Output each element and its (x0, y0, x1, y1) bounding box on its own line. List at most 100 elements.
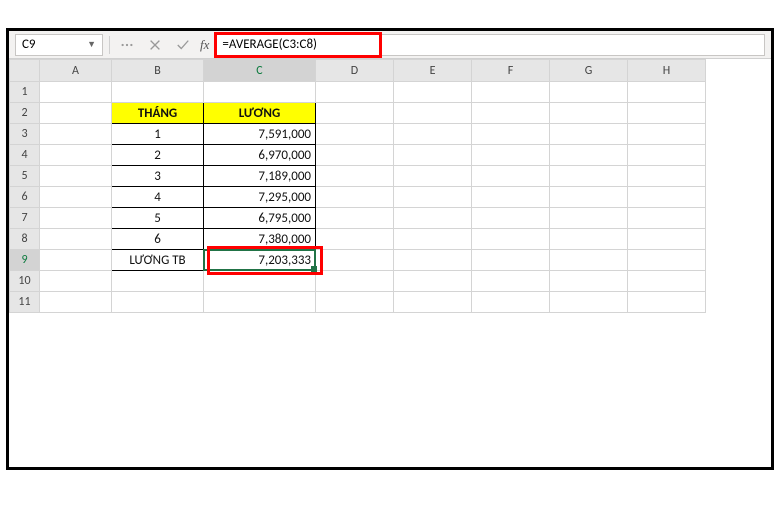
cell[interactable] (394, 145, 472, 166)
cell[interactable] (204, 271, 316, 292)
cell[interactable] (472, 271, 550, 292)
cell-luong[interactable]: 7,189,000 (204, 166, 316, 187)
select-all-corner[interactable] (10, 60, 40, 82)
cell[interactable] (40, 82, 112, 103)
fx-icon[interactable]: fx (200, 37, 209, 53)
cell[interactable] (550, 103, 628, 124)
cell[interactable] (550, 166, 628, 187)
cell[interactable] (316, 229, 394, 250)
cell[interactable] (40, 103, 112, 124)
col-header-C[interactable]: C (204, 60, 316, 82)
cell[interactable] (394, 250, 472, 271)
cell[interactable] (472, 250, 550, 271)
row-header-8[interactable]: 8 (10, 229, 40, 250)
cell[interactable] (550, 145, 628, 166)
cell-avg-value[interactable]: 7,203,333 (204, 250, 316, 271)
cell[interactable] (550, 124, 628, 145)
cell[interactable] (316, 145, 394, 166)
cell[interactable] (204, 82, 316, 103)
cell[interactable] (472, 103, 550, 124)
chevron-down-icon[interactable]: ▼ (87, 39, 96, 50)
cell-thang[interactable]: 2 (112, 145, 204, 166)
spreadsheet-grid[interactable]: A B C D E F G H 1 2THÁNGLƯƠNG 317,591,00… (9, 59, 771, 467)
cell[interactable] (316, 271, 394, 292)
cell[interactable] (628, 187, 706, 208)
cell[interactable] (628, 271, 706, 292)
cell[interactable] (40, 229, 112, 250)
row-header-7[interactable]: 7 (10, 208, 40, 229)
cell-thang[interactable]: 6 (112, 229, 204, 250)
cell[interactable] (316, 82, 394, 103)
cell[interactable] (472, 124, 550, 145)
cell-luong[interactable]: 7,591,000 (204, 124, 316, 145)
header-luong[interactable]: LƯƠNG (204, 103, 316, 124)
cell[interactable] (40, 292, 112, 313)
cell[interactable] (550, 250, 628, 271)
cell[interactable] (628, 124, 706, 145)
formula-input[interactable]: =AVERAGE(C3:C8) (215, 34, 765, 56)
cell[interactable] (550, 229, 628, 250)
cell[interactable] (472, 187, 550, 208)
col-header-E[interactable]: E (394, 60, 472, 82)
cell[interactable] (394, 187, 472, 208)
cell-thang[interactable]: 3 (112, 166, 204, 187)
cell[interactable] (394, 166, 472, 187)
cell-thang[interactable]: 4 (112, 187, 204, 208)
col-header-D[interactable]: D (316, 60, 394, 82)
row-header-5[interactable]: 5 (10, 166, 40, 187)
col-header-F[interactable]: F (472, 60, 550, 82)
cell[interactable] (40, 208, 112, 229)
cell[interactable] (394, 292, 472, 313)
cell[interactable] (628, 145, 706, 166)
cell[interactable] (472, 208, 550, 229)
cell[interactable] (550, 82, 628, 103)
cell-luong[interactable]: 7,380,000 (204, 229, 316, 250)
cell-thang[interactable]: 5 (112, 208, 204, 229)
cell[interactable] (316, 124, 394, 145)
cell[interactable] (112, 82, 204, 103)
cell[interactable] (394, 229, 472, 250)
cell[interactable] (472, 292, 550, 313)
cell[interactable] (628, 166, 706, 187)
cell-avg-label[interactable]: LƯƠNG TB (112, 250, 204, 271)
cell[interactable] (316, 292, 394, 313)
cell[interactable] (628, 292, 706, 313)
cell-thang[interactable]: 1 (112, 124, 204, 145)
name-box[interactable]: C9 ▼ (15, 34, 103, 56)
cell[interactable] (472, 166, 550, 187)
cancel-icon[interactable] (144, 34, 166, 56)
cell[interactable] (628, 229, 706, 250)
cell[interactable] (394, 124, 472, 145)
cell[interactable] (628, 103, 706, 124)
row-header-3[interactable]: 3 (10, 124, 40, 145)
cell[interactable] (550, 208, 628, 229)
cell[interactable] (316, 250, 394, 271)
cell[interactable] (316, 166, 394, 187)
cell[interactable] (394, 208, 472, 229)
cell[interactable] (204, 292, 316, 313)
cell[interactable] (472, 82, 550, 103)
cell[interactable] (628, 250, 706, 271)
col-header-H[interactable]: H (628, 60, 706, 82)
cell[interactable] (628, 208, 706, 229)
cell[interactable] (40, 271, 112, 292)
row-header-2[interactable]: 2 (10, 103, 40, 124)
cell[interactable] (316, 187, 394, 208)
cell[interactable] (316, 208, 394, 229)
cell[interactable] (550, 187, 628, 208)
row-header-4[interactable]: 4 (10, 145, 40, 166)
cell[interactable] (550, 271, 628, 292)
enter-icon[interactable] (172, 34, 194, 56)
row-header-10[interactable]: 10 (10, 271, 40, 292)
cell[interactable] (40, 250, 112, 271)
options-icon[interactable] (116, 34, 138, 56)
row-header-9[interactable]: 9 (10, 250, 40, 271)
col-header-B[interactable]: B (112, 60, 204, 82)
header-thang[interactable]: THÁNG (112, 103, 204, 124)
col-header-A[interactable]: A (40, 60, 112, 82)
cell[interactable] (472, 229, 550, 250)
cell[interactable] (40, 124, 112, 145)
row-header-1[interactable]: 1 (10, 82, 40, 103)
cell[interactable] (40, 166, 112, 187)
cell[interactable] (394, 82, 472, 103)
